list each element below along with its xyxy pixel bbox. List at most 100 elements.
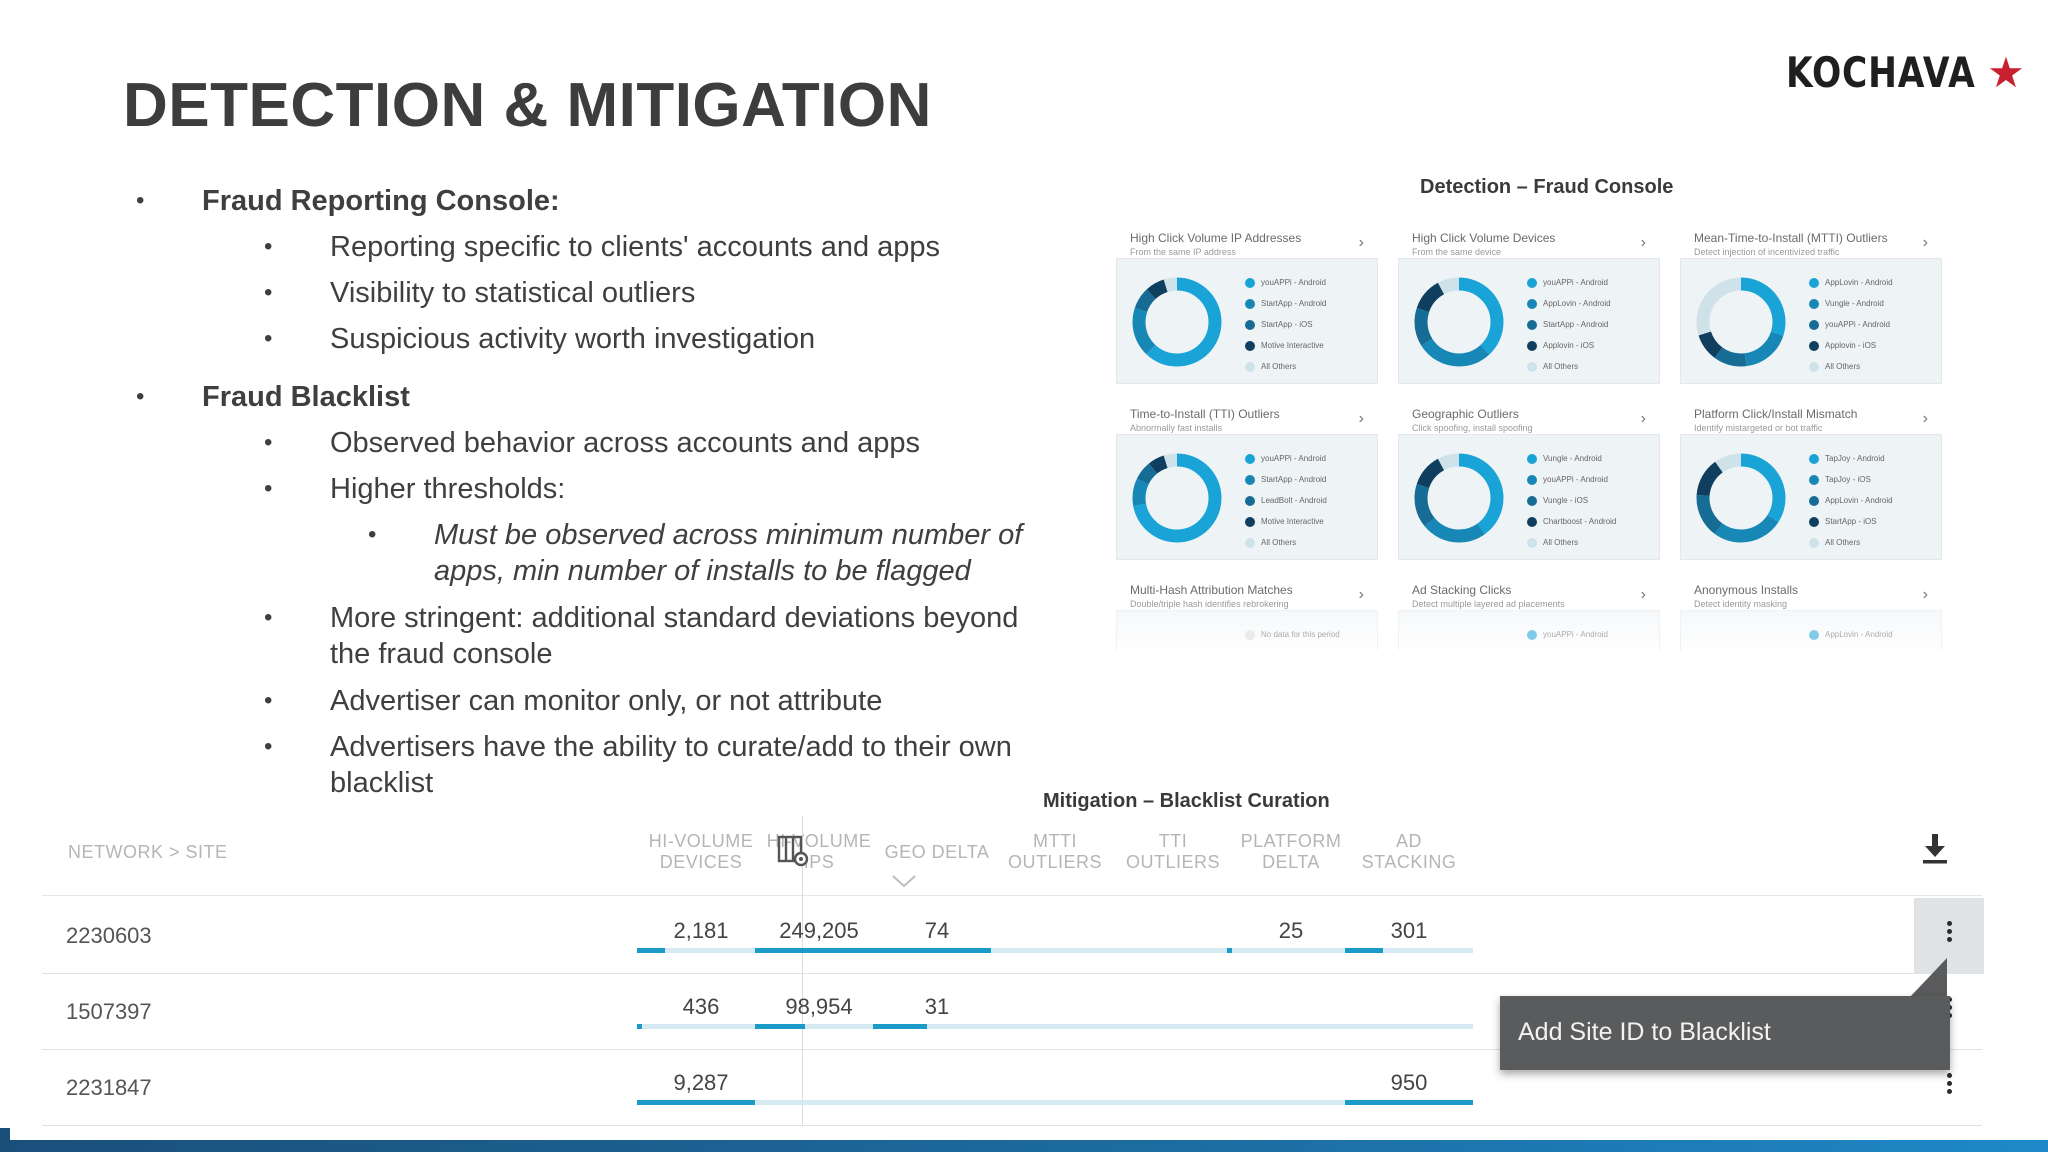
site-id: 1507397 (66, 999, 152, 1024)
column-header[interactable]: TTI OUTLIERS (1111, 808, 1235, 896)
legend-dot (1245, 629, 1255, 640)
legend-dot (1527, 629, 1537, 640)
sort-chevron-icon[interactable] (891, 874, 917, 888)
column-header[interactable]: PLATFORM DELTA (1229, 808, 1353, 896)
metric-cell (1109, 1050, 1237, 1126)
legend-item: StartApp - iOS (1245, 314, 1326, 335)
sub-bullet: • Reporting specific to clients' accounts… (264, 231, 941, 263)
chevron-right-icon[interactable]: › (1923, 586, 1928, 604)
fraud-card[interactable]: Platform Click/Install Mismatch Identify … (1680, 396, 1942, 563)
metric-cell: 9,287 (637, 1050, 765, 1126)
legend-dot (1245, 516, 1255, 527)
column-header[interactable]: MTTI OUTLIERS (993, 808, 1117, 896)
legend-dot (1809, 474, 1819, 485)
chevron-right-icon[interactable]: › (1359, 586, 1364, 604)
chevron-right-icon[interactable]: › (1359, 410, 1364, 428)
legend-label: Applovin - iOS (1543, 340, 1595, 350)
card-header: High Click Volume IP Addresses From the s… (1116, 220, 1378, 258)
legend-label: TapJoy - Android (1825, 453, 1885, 463)
donut-chart (1414, 277, 1504, 367)
table-header: NETWORK > SITE HI-VOLUME DEVICES HI-VOLUM… (42, 808, 1982, 896)
chevron-right-icon[interactable]: › (1923, 410, 1928, 428)
metric-cell (1227, 974, 1355, 1050)
metric-bar-fill (637, 1024, 643, 1029)
chevron-right-icon[interactable]: › (1923, 234, 1928, 252)
console-fade (1116, 660, 1936, 740)
bullet-list: • Fraud Reporting Console: • Reporting spe… (130, 168, 1050, 807)
legend-dot (1527, 340, 1537, 351)
legend-label: StartApp - iOS (1825, 516, 1877, 526)
legend-item: youAPPi - Android (1245, 272, 1326, 293)
card-subtitle: Click spoofing, install spoofing (1412, 423, 1533, 433)
card-legend: youAPPi - Android (1527, 624, 1608, 645)
card-title: Multi-Hash Attribution Matches (1130, 583, 1293, 597)
metric-bar-track (991, 948, 1119, 953)
card-title: Ad Stacking Clicks (1412, 583, 1512, 597)
legend-item: All Others (1809, 532, 1893, 553)
legend-label: All Others (1543, 361, 1579, 371)
metric-bar-track (1227, 948, 1355, 953)
chevron-right-icon[interactable]: › (1641, 234, 1646, 252)
metric-value: 950 (1390, 1070, 1428, 1095)
chevron-right-icon[interactable]: › (1641, 586, 1646, 604)
card-title: High Click Volume Devices (1412, 231, 1556, 245)
card-title: Platform Click/Install Mismatch (1694, 407, 1858, 421)
legend-item: All Others (1245, 532, 1327, 553)
legend-item: AppLovin - Android (1809, 490, 1893, 511)
table-row[interactable]: 2230603 2,181 249,205 74 25 301 (42, 898, 1982, 974)
add-to-blacklist-tooltip[interactable]: Add Site ID to Blacklist (1500, 996, 1950, 1070)
legend-dot (1245, 340, 1255, 351)
legend-label: StartApp - Android (1261, 474, 1327, 484)
bullet-fraud-console: • Fraud Reporting Console: (136, 185, 560, 217)
card-body: youAPPi - Android (1398, 610, 1660, 650)
legend-label: youAPPi - Android (1543, 629, 1608, 639)
card-title: Time-to-Install (TTI) Outliers (1130, 407, 1280, 421)
chevron-right-icon[interactable]: › (1359, 234, 1364, 252)
sub-bullet: • Suspicious activity worth investigation (264, 323, 816, 355)
metric-bar-track (873, 948, 1001, 953)
metric-value: 436 (682, 994, 720, 1019)
column-header[interactable]: AD STACKING (1347, 808, 1471, 896)
fraud-card[interactable]: Mean-Time-to-Install (MTTI) Outliers Dete… (1680, 220, 1942, 387)
legend-item: LeadBolt - Android (1245, 490, 1327, 511)
row-menu-icon[interactable] (1946, 918, 1954, 945)
metric-bar-track (755, 1024, 883, 1029)
legend-dot (1809, 495, 1819, 506)
legend-dot (1527, 298, 1537, 309)
legend-dot (1245, 298, 1255, 309)
legend-label: Vungle - iOS (1543, 495, 1589, 505)
donut-chart (1696, 453, 1786, 543)
legend-label: Motive Interactive (1261, 340, 1324, 350)
legend-dot (1245, 319, 1255, 330)
metric-bar-track (637, 1100, 765, 1105)
legend-dot (1527, 495, 1537, 506)
card-title: Geographic Outliers (1412, 407, 1519, 421)
card-header: Time-to-Install (TTI) Outliers Abnormally… (1116, 396, 1378, 434)
chevron-right-icon[interactable]: › (1641, 410, 1646, 428)
legend-dot (1527, 516, 1537, 527)
sub-bullet: • Advertiser can monitor only, or not att… (264, 685, 883, 717)
fraud-card[interactable]: High Click Volume Devices From the same d… (1398, 220, 1660, 387)
metric-cell (1109, 974, 1237, 1050)
site-id: 2230603 (66, 923, 152, 948)
metric-bar-track (1227, 1100, 1355, 1105)
row-menu-icon[interactable] (1946, 1070, 1954, 1097)
metric-cell: 74 (873, 898, 1001, 974)
download-icon[interactable] (1922, 834, 1948, 864)
metric-bar-track (637, 1024, 765, 1029)
metric-bar-track (1345, 1100, 1473, 1105)
fraud-card[interactable]: Time-to-Install (TTI) Outliers Abnormally… (1116, 396, 1378, 563)
card-legend: youAPPi - Android StartApp - Android LeadB… (1245, 448, 1327, 553)
column-header[interactable]: HI-VOLUME DEVICES (639, 808, 763, 896)
fraud-card[interactable]: Geographic Outliers Click spoofing, insta… (1398, 396, 1660, 563)
card-legend: No data for this period (1245, 624, 1340, 645)
column-settings-icon[interactable] (776, 832, 812, 868)
card-body: AppLovin - Android (1680, 610, 1942, 650)
metric-bar-track (991, 1100, 1119, 1105)
console-caption: Detection – Fraud Console (1420, 176, 1674, 198)
metric-value: 9,287 (673, 1070, 729, 1095)
legend-label: AppLovin - Android (1825, 495, 1893, 505)
legend-label: TapJoy - iOS (1825, 474, 1871, 484)
footer-bar (0, 1140, 2048, 1152)
fraud-card[interactable]: High Click Volume IP Addresses From the s… (1116, 220, 1378, 387)
